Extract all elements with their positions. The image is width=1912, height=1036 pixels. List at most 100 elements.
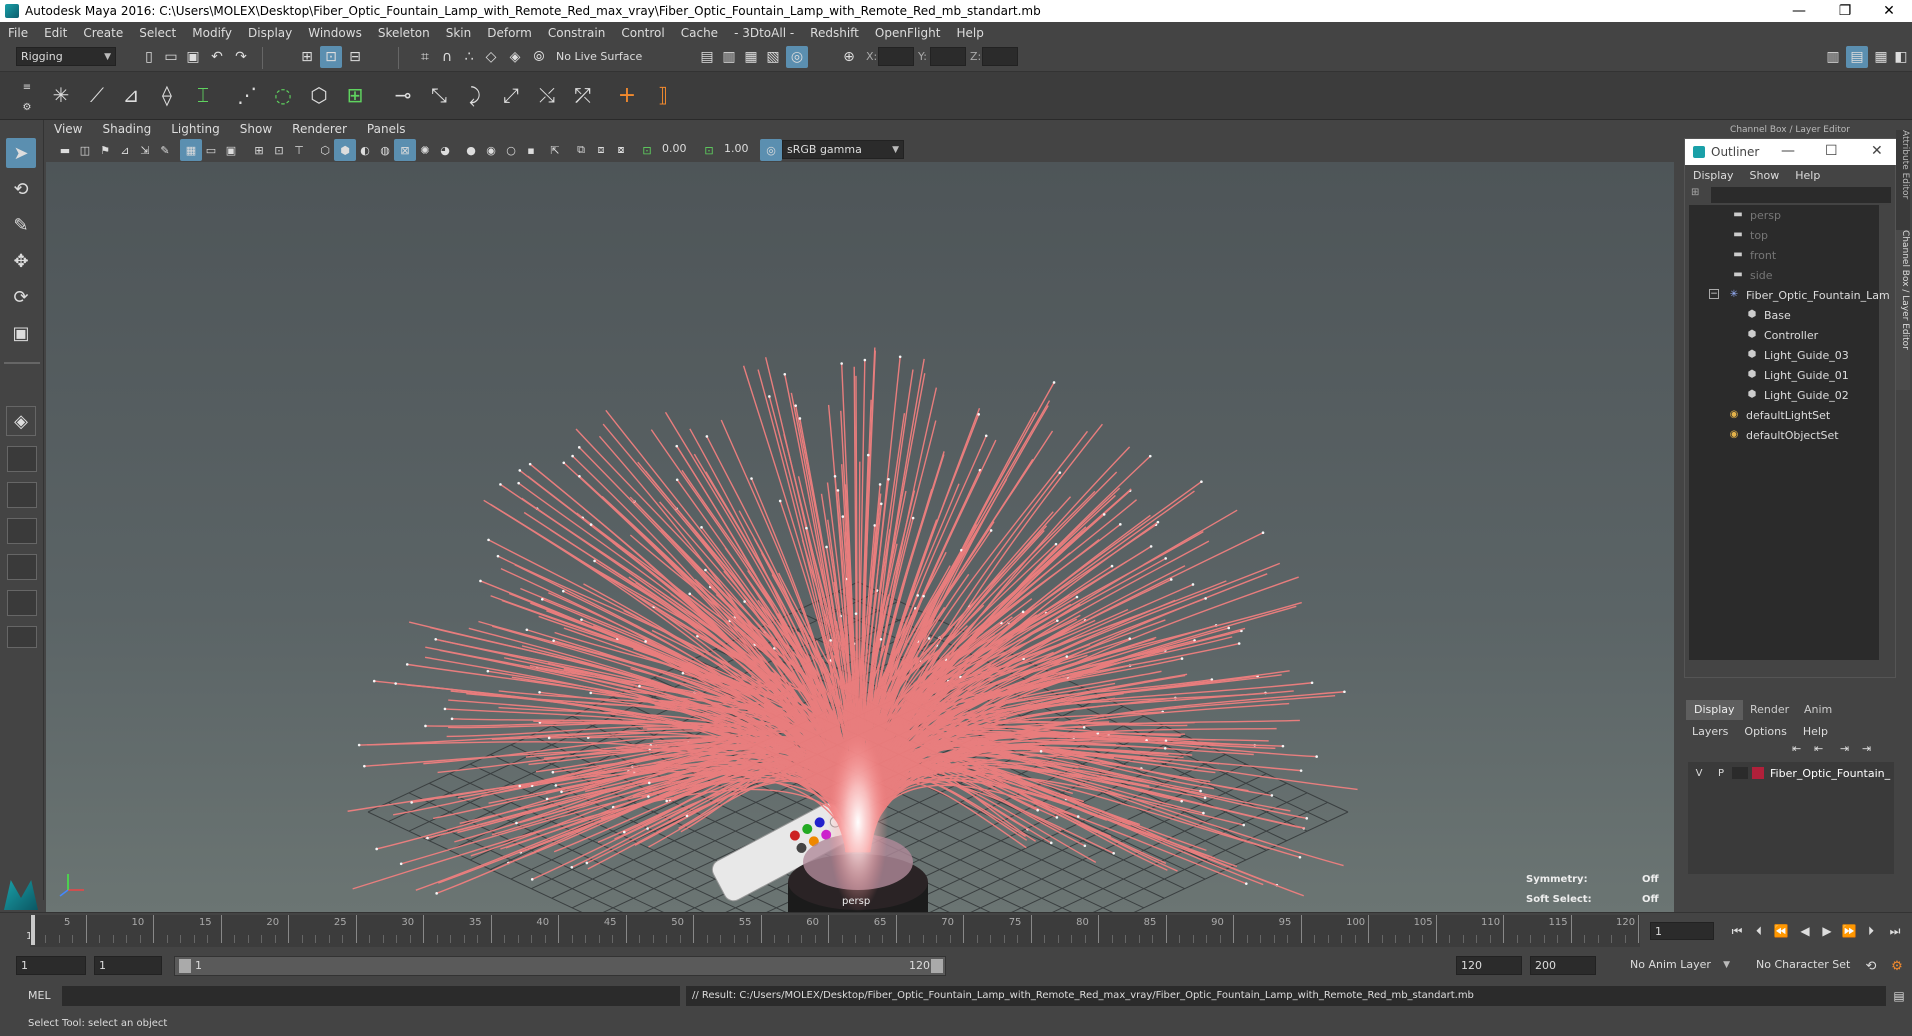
screen-space-ao-icon[interactable]: ● [460,139,482,161]
go-to-start-icon[interactable]: ⏮ [1726,920,1748,942]
layer-tab-anim[interactable]: Anim [1796,700,1840,720]
z-field[interactable] [982,47,1018,66]
x-field[interactable] [878,47,914,66]
step-back-key-icon[interactable]: ⏪ [1770,920,1792,942]
outliner-item[interactable]: ✳ Fiber_Optic_Fountain_Lam [1727,285,1890,305]
layer-tab-display[interactable]: Display [1686,700,1743,720]
menu-skin[interactable]: Skin [438,26,480,40]
y-field[interactable] [930,47,966,66]
camera-select-icon[interactable]: ▬ [54,139,76,161]
textured-icon[interactable]: ⊠ [394,139,416,161]
render-current-icon[interactable]: ▥ [718,46,740,68]
point-constraint-icon[interactable]: ⤡ [428,83,450,107]
select-tool-icon[interactable]: ➤ [6,138,36,168]
camera-attributes-icon[interactable]: ◫ [74,139,96,161]
range-start-handle[interactable] [179,959,191,973]
wrap-icon[interactable]: ⬡ [308,83,330,107]
field-chart-icon[interactable]: ⊡ [268,139,290,161]
gamma-icon[interactable]: ⊡ [698,139,720,161]
outliner-item[interactable]: ⬢ Light_Guide_03 [1745,345,1849,365]
transform-input-icon[interactable]: ⊕ [838,46,860,68]
shelf-settings-icon[interactable]: ⚙ [16,96,38,118]
hypershade-icon[interactable]: ◎ [786,46,808,68]
outliner-item[interactable]: ⬢ Base [1745,305,1791,325]
pole-vector-icon[interactable]: ⤱ [572,83,594,107]
resolution-gate-icon[interactable]: ▣ [220,139,242,161]
viewport-menu-renderer[interactable]: Renderer [282,122,357,136]
playback-end-field[interactable]: 120 [1456,956,1522,975]
outliner-item[interactable]: ⬢ Light_Guide_02 [1745,385,1849,405]
use-default-material-icon[interactable]: ◐ [354,139,376,161]
viewport-menu-panels[interactable]: Panels [357,122,416,136]
set-key-icon[interactable]: + [616,83,638,108]
paint-select-tool-icon[interactable]: ✎ [6,210,36,240]
safe-action-icon[interactable]: ⊤ [288,139,310,161]
current-time-indicator[interactable] [31,915,35,945]
menu-redshift[interactable]: Redshift [802,26,867,40]
move-layer-up-icon[interactable]: ⇤ [1792,742,1801,755]
menu-help[interactable]: Help [948,26,991,40]
ik-spline-icon[interactable]: ⊿ [120,83,142,107]
close-button[interactable]: ✕ [1866,0,1912,22]
live-surface-label[interactable]: No Live Surface [556,50,642,63]
viewport-menu-show[interactable]: Show [230,122,282,136]
outliner-menu-display[interactable]: Display [1685,169,1742,182]
outliner-maximize-icon[interactable]: ☐ [1825,143,1838,159]
snap-surface-icon[interactable]: ◈ [504,46,526,68]
playback-start-field[interactable]: 1 [94,956,162,975]
outliner-close-icon[interactable]: ✕ [1871,143,1883,159]
two-d-pan-zoom-icon[interactable]: ⇲ [134,139,156,161]
move-layer-down-icon[interactable]: ⇤ [1814,742,1823,755]
menu-constrain[interactable]: Constrain [540,26,614,40]
depth-of-field-icon[interactable]: ▪ [520,139,542,161]
layer-visibility-toggle[interactable]: V [1688,768,1710,779]
select-object-icon[interactable]: ⊡ [320,46,342,68]
menu-edit[interactable]: Edit [36,26,75,40]
use-all-lights-icon[interactable]: ✺ [414,139,436,161]
range-end-handle[interactable] [931,959,943,973]
layer-display-type[interactable] [1732,767,1748,779]
menu-set-dropdown[interactable]: Rigging ▼ [16,47,116,66]
new-layer-selected-icon[interactable]: ⇥ [1862,742,1871,755]
anti-aliasing-icon[interactable]: ○ [500,139,522,161]
layer-playback-toggle[interactable]: P [1710,768,1732,779]
character-set-dropdown[interactable]: No Character Set [1748,956,1868,976]
layer-tab-render[interactable]: Render [1742,700,1797,720]
restore-button[interactable]: ❐ [1822,0,1868,22]
film-gate-icon[interactable]: ▭ [200,139,222,161]
outliner-item[interactable]: ▬ front [1731,245,1776,265]
snap-point-icon[interactable]: ∴ [458,46,480,68]
panel-layout-icon[interactable]: ▥ [1822,46,1844,68]
outliner-item[interactable]: ▬ persp [1731,205,1781,225]
custom-layout-icon[interactable] [7,590,37,616]
layer-menu-options[interactable]: Options [1736,725,1794,738]
viewport-menu-view[interactable]: View [44,122,92,136]
menu-cache[interactable]: Cache [673,26,726,40]
open-scene-icon[interactable]: ▭ [160,46,182,68]
menu-select[interactable]: Select [131,26,184,40]
wire-icon[interactable]: ⊞ [344,83,366,107]
layer-row[interactable]: V P Fiber_Optic_Fountain_ [1688,764,1894,782]
range-slider-bar[interactable]: 1 120 [174,956,946,976]
select-component-icon[interactable]: ⊟ [344,46,366,68]
four-view-layout-icon[interactable] [7,446,37,472]
menu-create[interactable]: Create [75,26,131,40]
undo-icon[interactable]: ↶ [206,46,228,68]
layer-menu-help[interactable]: Help [1795,725,1836,738]
xray-components-icon[interactable]: ⧇ [610,139,632,161]
snap-grid-icon[interactable]: ⌗ [414,46,436,68]
menu-modify[interactable]: Modify [184,26,240,40]
command-input[interactable] [62,986,680,1006]
layer-color-swatch[interactable] [1752,767,1764,779]
time-slider-track[interactable]: 5 10 15 20 25 30 35 40 45 50 55 60 65 70 75 80 85 90 95 100… [30,915,1640,947]
outliner-item[interactable]: ⬢ Light_Guide_01 [1745,365,1849,385]
gate-mask-icon[interactable]: ⊞ [248,139,270,161]
menu-display[interactable]: Display [240,26,300,40]
image-plane-icon[interactable]: ⊿ [114,139,136,161]
menu-skeleton[interactable]: Skeleton [370,26,438,40]
color-space-dropdown[interactable]: sRGB gamma ▼ [782,140,904,159]
channel-box-side-tab[interactable]: Channel Box / Layer Editor [1896,230,1910,390]
scale-constraint-icon[interactable]: ⤢ [500,83,522,107]
outliner-item[interactable]: ◉ defaultObjectSet [1727,425,1839,445]
move-tool-icon[interactable]: ✥ [6,246,36,276]
